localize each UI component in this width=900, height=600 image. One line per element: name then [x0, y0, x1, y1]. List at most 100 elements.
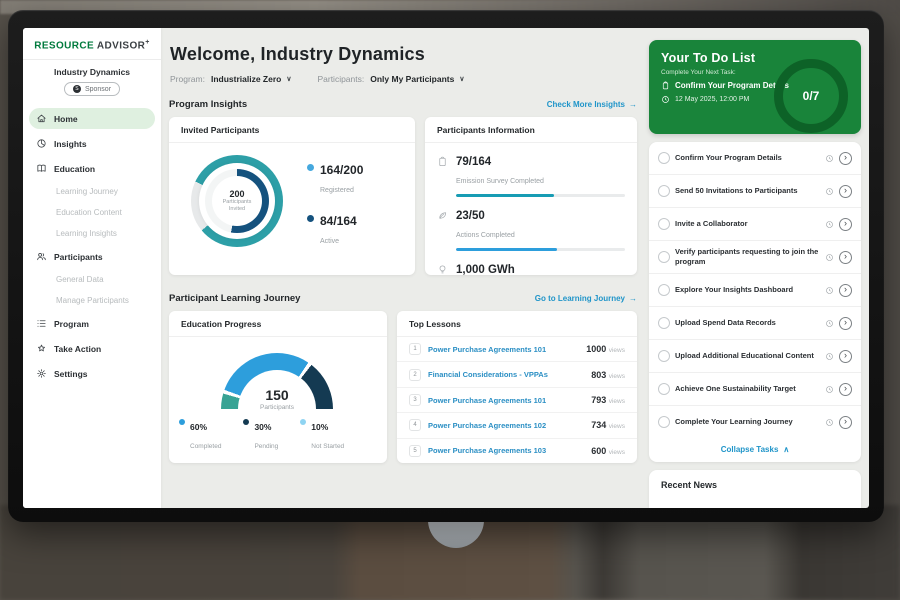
todo-title: Your To Do List [649, 40, 861, 65]
home-icon [36, 113, 47, 124]
task-checkbox[interactable] [658, 185, 670, 197]
task-checkbox[interactable] [658, 251, 670, 263]
dashboard-screen: RESOURCE ADVISOR+ Industry Dynamics S Sp… [23, 28, 869, 508]
sidebar-item-participants[interactable]: Participants [29, 246, 155, 267]
views-word: views [609, 347, 625, 354]
task-checkbox[interactable] [658, 383, 670, 395]
task-row-invite-collaborator[interactable]: Invite a Collaborator › [649, 208, 861, 241]
clock-icon [825, 220, 834, 229]
insights-cards-row: Invited Participants 200 Participants In… [169, 117, 637, 275]
gauge-legend: 60% Completed 30% Pending 10% [179, 417, 381, 453]
sidebar-item-label: Learning Journey [56, 187, 118, 196]
lesson-rank: 5 [409, 445, 421, 457]
lesson-row[interactable]: 4 Power Purchase Agreements 102 734 view… [397, 413, 637, 438]
sidebar-item-label: General Data [56, 275, 104, 284]
sidebar-item-label: Education Content [56, 208, 122, 217]
task-row-achieve-target[interactable]: Achieve One Sustainability Target › [649, 373, 861, 406]
task-checkbox[interactable] [658, 350, 670, 362]
stat-value: 1,000 GWh [456, 264, 515, 275]
gauge-center: 150 Participants [221, 388, 333, 411]
chevron-right-icon: › [844, 318, 847, 327]
lesson-link[interactable]: Power Purchase Agreements 101 [428, 345, 579, 354]
lesson-link[interactable]: Financial Considerations - VPPAs [428, 370, 584, 379]
sidebar-item-general-data[interactable]: General Data [29, 271, 155, 288]
task-chevron-button[interactable]: › [839, 317, 852, 330]
people-icon [36, 251, 47, 262]
sidebar-item-education[interactable]: Education [29, 158, 155, 179]
sidebar-item-learning-insights[interactable]: Learning Insights [29, 225, 155, 242]
todo-progress-ring: 0/7 [774, 59, 848, 133]
program-filter-select[interactable]: Industrialize Zero ∨ [211, 74, 292, 84]
sidebar-item-label: Settings [54, 369, 88, 379]
sidebar-item-label: Take Action [54, 344, 101, 354]
filter-bar: Program: Industrialize Zero ∨ Participan… [170, 74, 637, 84]
clock-icon [825, 286, 834, 295]
lesson-views: 793 [591, 395, 606, 405]
task-chevron-button[interactable]: › [839, 350, 852, 363]
legend-label: Registered [320, 187, 354, 194]
todo-next-task-label: Confirm Your Program Details [675, 81, 789, 90]
task-checkbox[interactable] [658, 218, 670, 230]
sponsor-label: Sponsor [85, 86, 111, 93]
task-chevron-button[interactable]: › [839, 416, 852, 429]
sidebar-item-take-action[interactable]: Take Action [29, 338, 155, 359]
lesson-views: 803 [591, 370, 606, 380]
sidebar-item-settings[interactable]: Settings [29, 363, 155, 384]
task-row-verify-participants[interactable]: Verify participants requesting to join t… [649, 241, 861, 274]
task-chevron-button[interactable]: › [839, 218, 852, 231]
donut-legend: 164/200 Registered 84/164 Active [307, 161, 363, 248]
task-checkbox[interactable] [658, 284, 670, 296]
sidebar-item-education-content[interactable]: Education Content [29, 204, 155, 221]
sidebar-item-learning-journey[interactable]: Learning Journey [29, 183, 155, 200]
clock-icon [825, 154, 834, 163]
legend-label: Not Started [311, 443, 344, 450]
chevron-right-icon: › [844, 219, 847, 228]
task-row-explore-insights[interactable]: Explore Your Insights Dashboard › [649, 274, 861, 307]
task-chevron-button[interactable]: › [839, 251, 852, 264]
card-title: Invited Participants [169, 117, 415, 143]
sidebar-item-home[interactable]: Home [29, 108, 155, 129]
lesson-row[interactable]: 3 Power Purchase Agreements 101 793 view… [397, 388, 637, 413]
program-filter-label: Program: [170, 74, 205, 84]
lesson-row[interactable]: 1 Power Purchase Agreements 101 1000 vie… [397, 337, 637, 362]
legend-item-registered: 164/200 Registered [307, 161, 363, 197]
arrow-right-icon: → [629, 294, 637, 303]
task-chevron-button[interactable]: › [839, 383, 852, 396]
lesson-link[interactable]: Power Purchase Agreements 103 [428, 446, 584, 455]
task-label: Confirm Your Program Details [675, 153, 820, 163]
stat-value: 23/50 [456, 210, 485, 222]
sidebar-item-program[interactable]: Program [29, 313, 155, 334]
task-row-upload-spend-data[interactable]: Upload Spend Data Records › [649, 307, 861, 340]
task-checkbox[interactable] [658, 317, 670, 329]
sidebar-item-insights[interactable]: Insights [29, 133, 155, 154]
collapse-tasks-link[interactable]: Collapse Tasks ∧ [649, 438, 861, 462]
task-row-confirm-program[interactable]: Confirm Your Program Details › [649, 142, 861, 175]
chevron-down-icon: ∨ [286, 75, 291, 83]
task-row-upload-educational-content[interactable]: Upload Additional Educational Content › [649, 340, 861, 373]
sidebar-item-label: Learning Insights [56, 229, 117, 238]
lesson-link[interactable]: Power Purchase Agreements 101 [428, 396, 584, 405]
lesson-link[interactable]: Power Purchase Agreements 102 [428, 421, 584, 430]
task-row-complete-learning-journey[interactable]: Complete Your Learning Journey › [649, 406, 861, 438]
legend-dot [179, 419, 185, 425]
task-checkbox[interactable] [658, 152, 670, 164]
lesson-row[interactable]: 5 Power Purchase Agreements 103 600 view… [397, 439, 637, 463]
task-chevron-button[interactable]: › [839, 152, 852, 165]
check-more-insights-link[interactable]: Check More Insights → [547, 100, 637, 109]
go-to-learning-journey-link[interactable]: Go to Learning Journey → [535, 294, 637, 303]
sponsor-icon: S [73, 85, 81, 93]
link-label: Check More Insights [547, 100, 625, 109]
task-row-send-invitations[interactable]: Send 50 Invitations to Participants › [649, 175, 861, 208]
stat-actions-completed: 23/50 Actions Completed [425, 197, 637, 242]
sponsor-badge[interactable]: S Sponsor [64, 82, 120, 96]
task-checkbox[interactable] [658, 416, 670, 428]
donut-center-value: 200 [229, 189, 244, 199]
lesson-row[interactable]: 2 Financial Considerations - VPPAs 803 v… [397, 362, 637, 387]
donut-center: 200 Participants Invited [212, 176, 262, 226]
sidebar-item-manage-participants[interactable]: Manage Participants [29, 292, 155, 309]
stat-label: Emission Survey Completed [456, 178, 544, 185]
task-chevron-button[interactable]: › [839, 185, 852, 198]
task-chevron-button[interactable]: › [839, 284, 852, 297]
participants-filter-select[interactable]: Only My Participants ∨ [370, 74, 464, 84]
stat-global-consumption: 1,000 GWh Total Global Consumption [425, 251, 637, 275]
